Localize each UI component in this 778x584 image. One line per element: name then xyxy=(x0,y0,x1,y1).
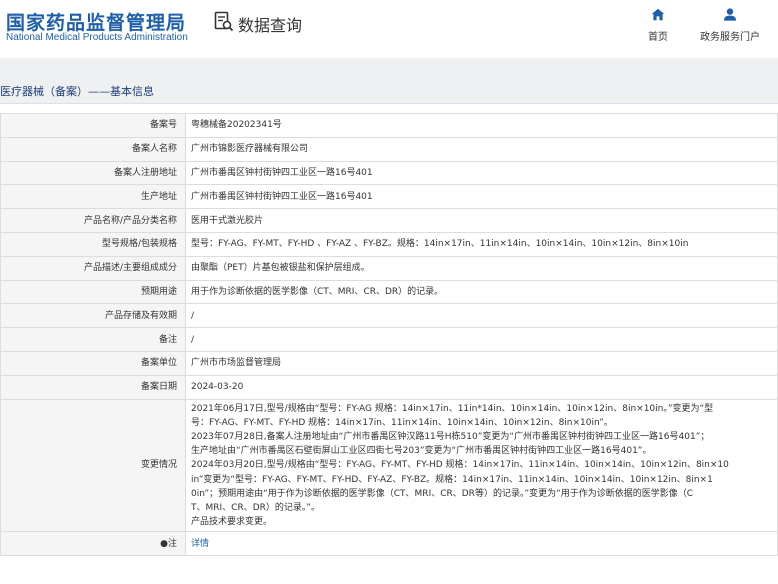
change-line: in”变更为“型号：FY-AG、FY-MT、FY-HD、FY-AZ、FY-BZ。… xyxy=(191,474,713,485)
nav-home-label: 首页 xyxy=(648,32,668,43)
table-row: 型号规格/包装规格 型号：FY-AG、FY-MT、FY-HD 、FY-AZ 、F… xyxy=(0,231,778,257)
table-row: 生产地址 广州市番禺区钟村街钟四工业区一路16号401 xyxy=(0,184,778,210)
reg-address-value: 广州市番禺区钟村街钟四工业区一路16号401 xyxy=(185,160,778,186)
storage-label: 产品存储及有效期 xyxy=(0,303,186,329)
site-logo-title[interactable]: 国家药品监督管理局 xyxy=(6,8,186,35)
change-line: 2024年03月20日,型号/规格由“型号：FY-AG、FY-MT、FY-HD … xyxy=(191,460,729,471)
table-row: 备案人注册地址 广州市番禺区钟村街钟四工业区一路16号401 xyxy=(0,160,778,186)
model-label: 型号规格/包装规格 xyxy=(0,231,186,257)
breadcrumb: 医疗器械（备案）——基本信息 xyxy=(0,85,154,98)
intended-use-label: 预期用途 xyxy=(0,279,186,305)
prod-address-label: 生产地址 xyxy=(0,184,186,210)
filer-value: 广州市锦影医疗器械有限公司 xyxy=(185,136,778,162)
change-line: 产品技术要求变更。 xyxy=(191,517,273,528)
changes-label: 变更情况 xyxy=(0,398,186,533)
note-value: 详情 xyxy=(185,531,778,557)
details-link[interactable]: 详情 xyxy=(191,539,209,549)
record-date-value: 2024-03-20 xyxy=(185,374,778,400)
data-query-title: 数据查询 xyxy=(238,16,303,35)
description-value: 由聚酯（PET）片基包被银盐和保护层组成。 xyxy=(185,255,778,281)
description-label: 产品描述/主要组成成分 xyxy=(0,255,186,281)
change-line: 生产地址由“广州市番禺区石壁街屏山工业区四街七号203”变更为“广州市番禺区钟村… xyxy=(191,446,652,457)
breadcrumb-bar: 医疗器械（备案）——基本信息 xyxy=(0,78,778,104)
model-value: 型号：FY-AG、FY-MT、FY-HD 、FY-AZ 、FY-BZ。规格：14… xyxy=(185,231,778,257)
table-row: 备案日期 2024-03-20 xyxy=(0,374,778,400)
reg-address-label: 备案人注册地址 xyxy=(0,160,186,186)
home-icon xyxy=(651,8,665,28)
table-row: 产品描述/主要组成成分 由聚酯（PET）片基包被银盐和保护层组成。 xyxy=(0,255,778,281)
storage-value: / xyxy=(185,303,778,329)
note-label: ●注 xyxy=(0,531,186,557)
data-query-heading: 数据查询 xyxy=(214,11,303,37)
change-line: 0in”；预期用途由“用于作为诊断依据的医学影像（CT、MRI、CR、DR等）的… xyxy=(191,488,694,499)
product-name-label: 产品名称/产品分类名称 xyxy=(0,208,186,233)
table-row: 备案单位 广州市市场监督管理局 xyxy=(0,350,778,376)
record-date-label: 备案日期 xyxy=(0,374,186,400)
remark-value: / xyxy=(185,327,778,352)
intended-use-value: 用于作为诊断依据的医学影像（CT、MRI、CR、DR）的记录。 xyxy=(185,279,778,305)
table-row: 备案人名称 广州市锦影医疗器械有限公司 xyxy=(0,136,778,162)
filer-label: 备案人名称 xyxy=(0,136,186,162)
nav-gov-service-portal[interactable]: 政务服务门户 xyxy=(700,8,760,43)
header-divider-band xyxy=(0,58,778,78)
user-icon xyxy=(723,8,737,28)
change-line: 2023年07月28日,备案人注册地址由“广州市番禺区钟汉路11号H栋510”变… xyxy=(191,431,710,442)
prod-address-value: 广州市番禺区钟村街钟四工业区一路16号401 xyxy=(185,184,778,210)
table-row: 产品名称/产品分类名称 医用干式激光胶片 xyxy=(0,208,778,233)
product-name-value: 医用干式激光胶片 xyxy=(185,208,778,233)
changes-value: 2021年06月17日,型号/规格由“型号：FY-AG 规格：14in×17in… xyxy=(185,398,778,533)
record-detail-table: 备案号 粤穗械备20202341号 备案人名称 广州市锦影医疗器械有限公司 备案… xyxy=(0,113,778,557)
nav-gov-service-label: 政务服务门户 xyxy=(700,32,760,43)
nav-home[interactable]: 首页 xyxy=(648,8,668,43)
table-row: ●注 详情 xyxy=(0,531,778,557)
record-no-value: 粤穗械备20202341号 xyxy=(185,113,778,138)
change-line: 2021年06月17日,型号/规格由“型号：FY-AG 规格：14in×17in… xyxy=(191,403,714,414)
remark-label: 备注 xyxy=(0,327,186,352)
table-row: 备案号 粤穗械备20202341号 xyxy=(0,113,778,138)
record-no-label: 备案号 xyxy=(0,113,186,138)
change-line: T、MRI、CR、DR）的记录。”。 xyxy=(191,502,321,513)
table-row: 备注 / xyxy=(0,327,778,352)
table-row: 预期用途 用于作为诊断依据的医学影像（CT、MRI、CR、DR）的记录。 xyxy=(0,279,778,305)
site-logo-subtitle: National Medical Products Administration xyxy=(6,32,188,43)
table-row: 变更情况 2021年06月17日,型号/规格由“型号：FY-AG 规格：14in… xyxy=(0,398,778,533)
data-query-icon xyxy=(214,11,234,37)
record-unit-value: 广州市市场监督管理局 xyxy=(185,350,778,376)
record-unit-label: 备案单位 xyxy=(0,350,186,376)
change-line: 号：FY-AG、FY-MT、FY-HD 规格：14in×17in、11in×14… xyxy=(191,417,613,428)
site-header: 国家药品监督管理局 National Medical Products Admi… xyxy=(0,0,778,58)
table-row: 产品存储及有效期 / xyxy=(0,303,778,329)
